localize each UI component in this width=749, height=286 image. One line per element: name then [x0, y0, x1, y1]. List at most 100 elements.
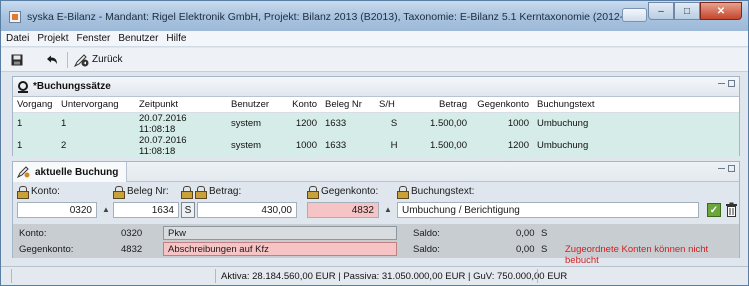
undo-icon	[47, 55, 57, 64]
beleg-nr-input[interactable]: 1634	[113, 202, 179, 218]
cell-untervorgang: 1	[57, 112, 135, 135]
window-controls: – □ ✕	[648, 2, 742, 20]
col-sh[interactable]: S/H	[375, 97, 413, 113]
edit-pen-back-icon	[74, 53, 89, 67]
sh-toggle-button[interactable]: S	[181, 202, 195, 218]
gegenkonto-label: Gegenkonto:	[321, 186, 379, 197]
cell-vorgang: 1	[13, 134, 57, 157]
cell-betrag: 1.500,00	[413, 134, 471, 157]
info-gegenkonto-name: Abschreibungen auf Kfz	[163, 242, 397, 256]
info-saldo-sh: S	[541, 244, 548, 255]
restore-layout-icon[interactable]	[622, 8, 647, 22]
info-saldo-label: Saldo:	[413, 228, 440, 239]
cell-zeitpunkt: 20.07.2016 11:08:18	[135, 134, 227, 157]
cell-buchungstext: Umbuchung	[533, 134, 739, 157]
col-beleg-nr[interactable]: Beleg Nr	[321, 97, 375, 113]
edit-pen-icon	[17, 166, 30, 178]
lock-icon[interactable]	[113, 186, 125, 199]
app-icon	[9, 11, 21, 23]
cell-beleg-nr: 1633	[321, 134, 375, 157]
info-gegenkonto-label: Gegenkonto:	[19, 244, 74, 255]
tab-aktuelle-buchung[interactable]: aktuelle Buchung	[13, 162, 128, 182]
cell-sh: H	[375, 134, 413, 157]
betrag-label-group: Betrag:	[181, 186, 242, 199]
gegenkonto-spinner-icon[interactable]: ▲	[384, 205, 392, 214]
panel-maximize-icon[interactable]	[728, 80, 735, 87]
status-divider	[11, 269, 12, 283]
info-konto-nr: 0320	[121, 228, 143, 239]
cell-konto: 1200	[279, 112, 321, 135]
panel-minimize-icon[interactable]	[718, 80, 725, 84]
back-button[interactable]: Zurück	[74, 51, 123, 69]
trash-icon[interactable]	[725, 202, 738, 218]
col-zeitpunkt[interactable]: Zeitpunkt	[135, 97, 227, 113]
panel-maximize-icon[interactable]	[728, 165, 735, 172]
beleg-nr-label-group: Beleg Nr:	[113, 186, 169, 199]
lock-icon[interactable]	[397, 186, 409, 199]
form-inputs: 0320 ▲ 1634 S 430,00 4832 ▲ Umbuchung / …	[13, 202, 739, 220]
col-buchungstext[interactable]: Buchungstext	[533, 97, 739, 113]
gegenkonto-input[interactable]: 4832	[307, 202, 379, 218]
cell-untervorgang: 2	[57, 134, 135, 157]
status-divider	[215, 269, 216, 283]
info-saldo-value: 0,00	[516, 244, 535, 255]
toolbar: Zurück	[1, 48, 748, 72]
save-button[interactable]	[11, 51, 23, 69]
col-untervorgang[interactable]: Untervorgang	[57, 97, 135, 113]
cell-benutzer: system	[227, 134, 279, 157]
menu-hilfe[interactable]: Hilfe	[166, 33, 186, 44]
buchungstext-label: Buchungstext:	[411, 186, 475, 197]
buchungstext-label-group: Buchungstext:	[397, 186, 475, 199]
beleg-nr-label: Beleg Nr:	[127, 186, 169, 197]
table-row[interactable]: 1 2 20.07.2016 11:08:18 system 1000 1633…	[13, 134, 739, 157]
col-vorgang[interactable]: Vorgang	[13, 97, 57, 113]
maximize-button[interactable]: □	[674, 2, 700, 20]
lock-icon[interactable]	[307, 186, 319, 199]
cell-vorgang: 1	[13, 112, 57, 135]
menu-datei[interactable]: Datei	[6, 33, 29, 44]
konto-label-group: Konto:	[17, 186, 60, 199]
betrag-input[interactable]: 430,00	[197, 202, 297, 218]
col-konto[interactable]: Konto	[279, 97, 321, 113]
aktuelle-buchung-header: aktuelle Buchung	[13, 162, 739, 182]
info-konto-label: Konto:	[19, 228, 47, 239]
betrag-label: Betrag:	[209, 186, 242, 197]
window-title: syska E-Bilanz - Mandant: Rigel Elektron…	[27, 11, 625, 23]
account-info-section: Konto: 0320 Pkw Saldo: 0,00 S Gegenkonto…	[13, 224, 739, 266]
menu-fenster[interactable]: Fenster	[76, 33, 110, 44]
warning-message: Zugeordnete Konten können nicht bebucht	[565, 244, 709, 266]
col-gegenkonto[interactable]: Gegenkonto	[471, 97, 533, 113]
cell-betrag: 1.500,00	[413, 112, 471, 135]
buchungssaetze-table: Vorgang Untervorgang Zeitpunkt Benutzer …	[13, 97, 739, 157]
lock-icon[interactable]	[195, 186, 207, 199]
konto-label: Konto:	[31, 186, 60, 197]
lock-icon[interactable]	[181, 186, 193, 199]
close-button[interactable]: ✕	[700, 2, 742, 20]
status-divider	[537, 269, 538, 283]
menu-projekt[interactable]: Projekt	[37, 33, 68, 44]
menu-benutzer[interactable]: Benutzer	[118, 33, 158, 44]
buchungssaetze-panel: *Buchungssätze Vorgang Untervorgang Zeit…	[12, 76, 740, 157]
col-benutzer[interactable]: Benutzer	[227, 97, 279, 113]
panel-minimize-icon[interactable]	[718, 165, 725, 169]
confirm-button[interactable]: ✓	[707, 203, 721, 217]
buchungssaetze-header: *Buchungssätze	[13, 77, 739, 97]
title-bar[interactable]: syska E-Bilanz - Mandant: Rigel Elektron…	[1, 1, 748, 31]
status-totals: Aktiva: 28.184.560,00 EUR | Passiva: 31.…	[221, 271, 568, 282]
cell-konto: 1000	[279, 134, 321, 157]
buchungstext-input[interactable]: Umbuchung / Berichtigung	[397, 202, 699, 218]
app-window: syska E-Bilanz - Mandant: Rigel Elektron…	[0, 0, 749, 286]
cell-beleg-nr: 1633	[321, 112, 375, 135]
konto-input[interactable]: 0320	[17, 202, 97, 218]
panel-controls	[718, 80, 735, 87]
info-saldo-sh: S	[541, 228, 548, 239]
konto-spinner-icon[interactable]: ▲	[102, 205, 110, 214]
back-button-label: Zurück	[92, 54, 123, 65]
lock-icon[interactable]	[17, 186, 29, 199]
undo-button[interactable]	[45, 51, 59, 69]
minimize-button[interactable]: –	[648, 2, 674, 20]
col-betrag[interactable]: Betrag	[413, 97, 471, 113]
table-row[interactable]: 1 1 20.07.2016 11:08:18 system 1200 1633…	[13, 112, 739, 135]
status-bar: Aktiva: 28.184.560,00 EUR | Passiva: 31.…	[1, 266, 748, 285]
cell-gegenkonto: 1200	[471, 134, 533, 157]
